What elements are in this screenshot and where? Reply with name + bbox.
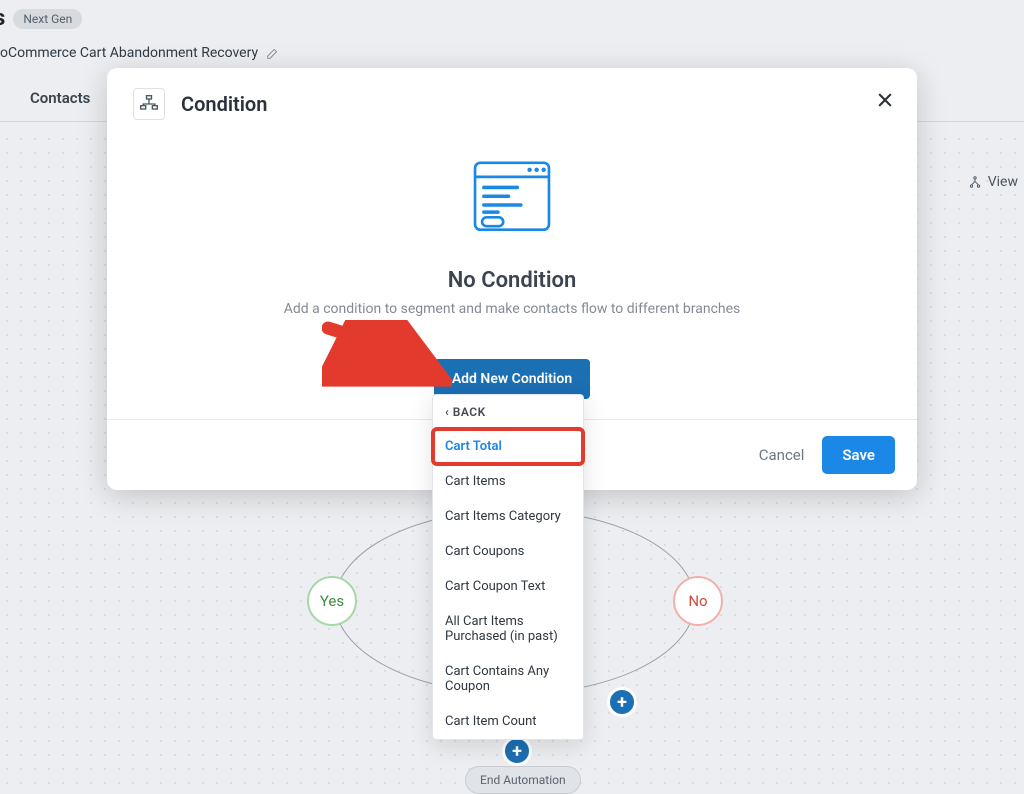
save-button[interactable]: Save [822, 436, 895, 474]
add-step-middle-button[interactable]: + [505, 739, 529, 763]
add-new-condition-label: Add New Condition [452, 371, 572, 387]
view-toggle-label: View [988, 174, 1018, 190]
breadcrumb[interactable]: oCommerce Cart Abandonment Recovery [0, 45, 258, 61]
tab-contacts-label: Contacts [30, 89, 90, 107]
branch-icon [968, 175, 982, 189]
chevron-left-icon: ‹ [445, 405, 449, 419]
dropdown-item-cart-coupons[interactable]: Cart Coupons [433, 534, 583, 569]
dropdown-item-cart-item-count[interactable]: Cart Item Count [433, 704, 583, 739]
dropdown-item-cart-items[interactable]: Cart Items [433, 464, 583, 499]
dropdown-item-all-cart-items-purchased[interactable]: All Cart Items Purchased (in past) [433, 604, 583, 654]
dropdown-item-cart-items-category[interactable]: Cart Items Category [433, 499, 583, 534]
dropdown-item-cart-total[interactable]: Cart Total [433, 429, 583, 464]
dropdown-back-label: BACK [453, 405, 486, 419]
add-step-right-button[interactable]: + [610, 690, 634, 714]
condition-dropdown: ‹ BACK Cart Total Cart Items Cart Items … [432, 394, 584, 740]
condition-type-icon [133, 88, 165, 120]
close-icon [875, 90, 895, 110]
dropdown-item-cart-coupon-text[interactable]: Cart Coupon Text [433, 569, 583, 604]
dropdown-item-cart-contains-any-coupon[interactable]: Cart Contains Any Coupon [433, 654, 583, 704]
nextgen-badge: Next Gen [13, 9, 82, 29]
empty-state-subtitle: Add a condition to segment and make cont… [147, 301, 877, 317]
close-button[interactable] [875, 90, 895, 114]
page-title-fragment: s [0, 6, 5, 31]
branch-no-label: No [688, 592, 707, 610]
add-new-condition-button[interactable]: Add New Condition [434, 359, 590, 399]
branch-node-no[interactable]: No [673, 576, 723, 626]
condition-illustration-icon [468, 154, 556, 242]
cancel-button[interactable]: Cancel [759, 446, 805, 464]
dropdown-back-button[interactable]: ‹ BACK [433, 395, 583, 429]
modal-title: Condition [181, 92, 267, 116]
branch-node-yes[interactable]: Yes [307, 576, 357, 626]
empty-state-title: No Condition [147, 268, 877, 293]
branch-yes-label: Yes [320, 592, 344, 610]
tab-contacts[interactable]: Contacts [28, 83, 92, 121]
edit-icon[interactable] [266, 46, 280, 60]
end-automation-node[interactable]: End Automation [465, 766, 581, 794]
view-toggle-button[interactable]: View [968, 174, 1018, 190]
